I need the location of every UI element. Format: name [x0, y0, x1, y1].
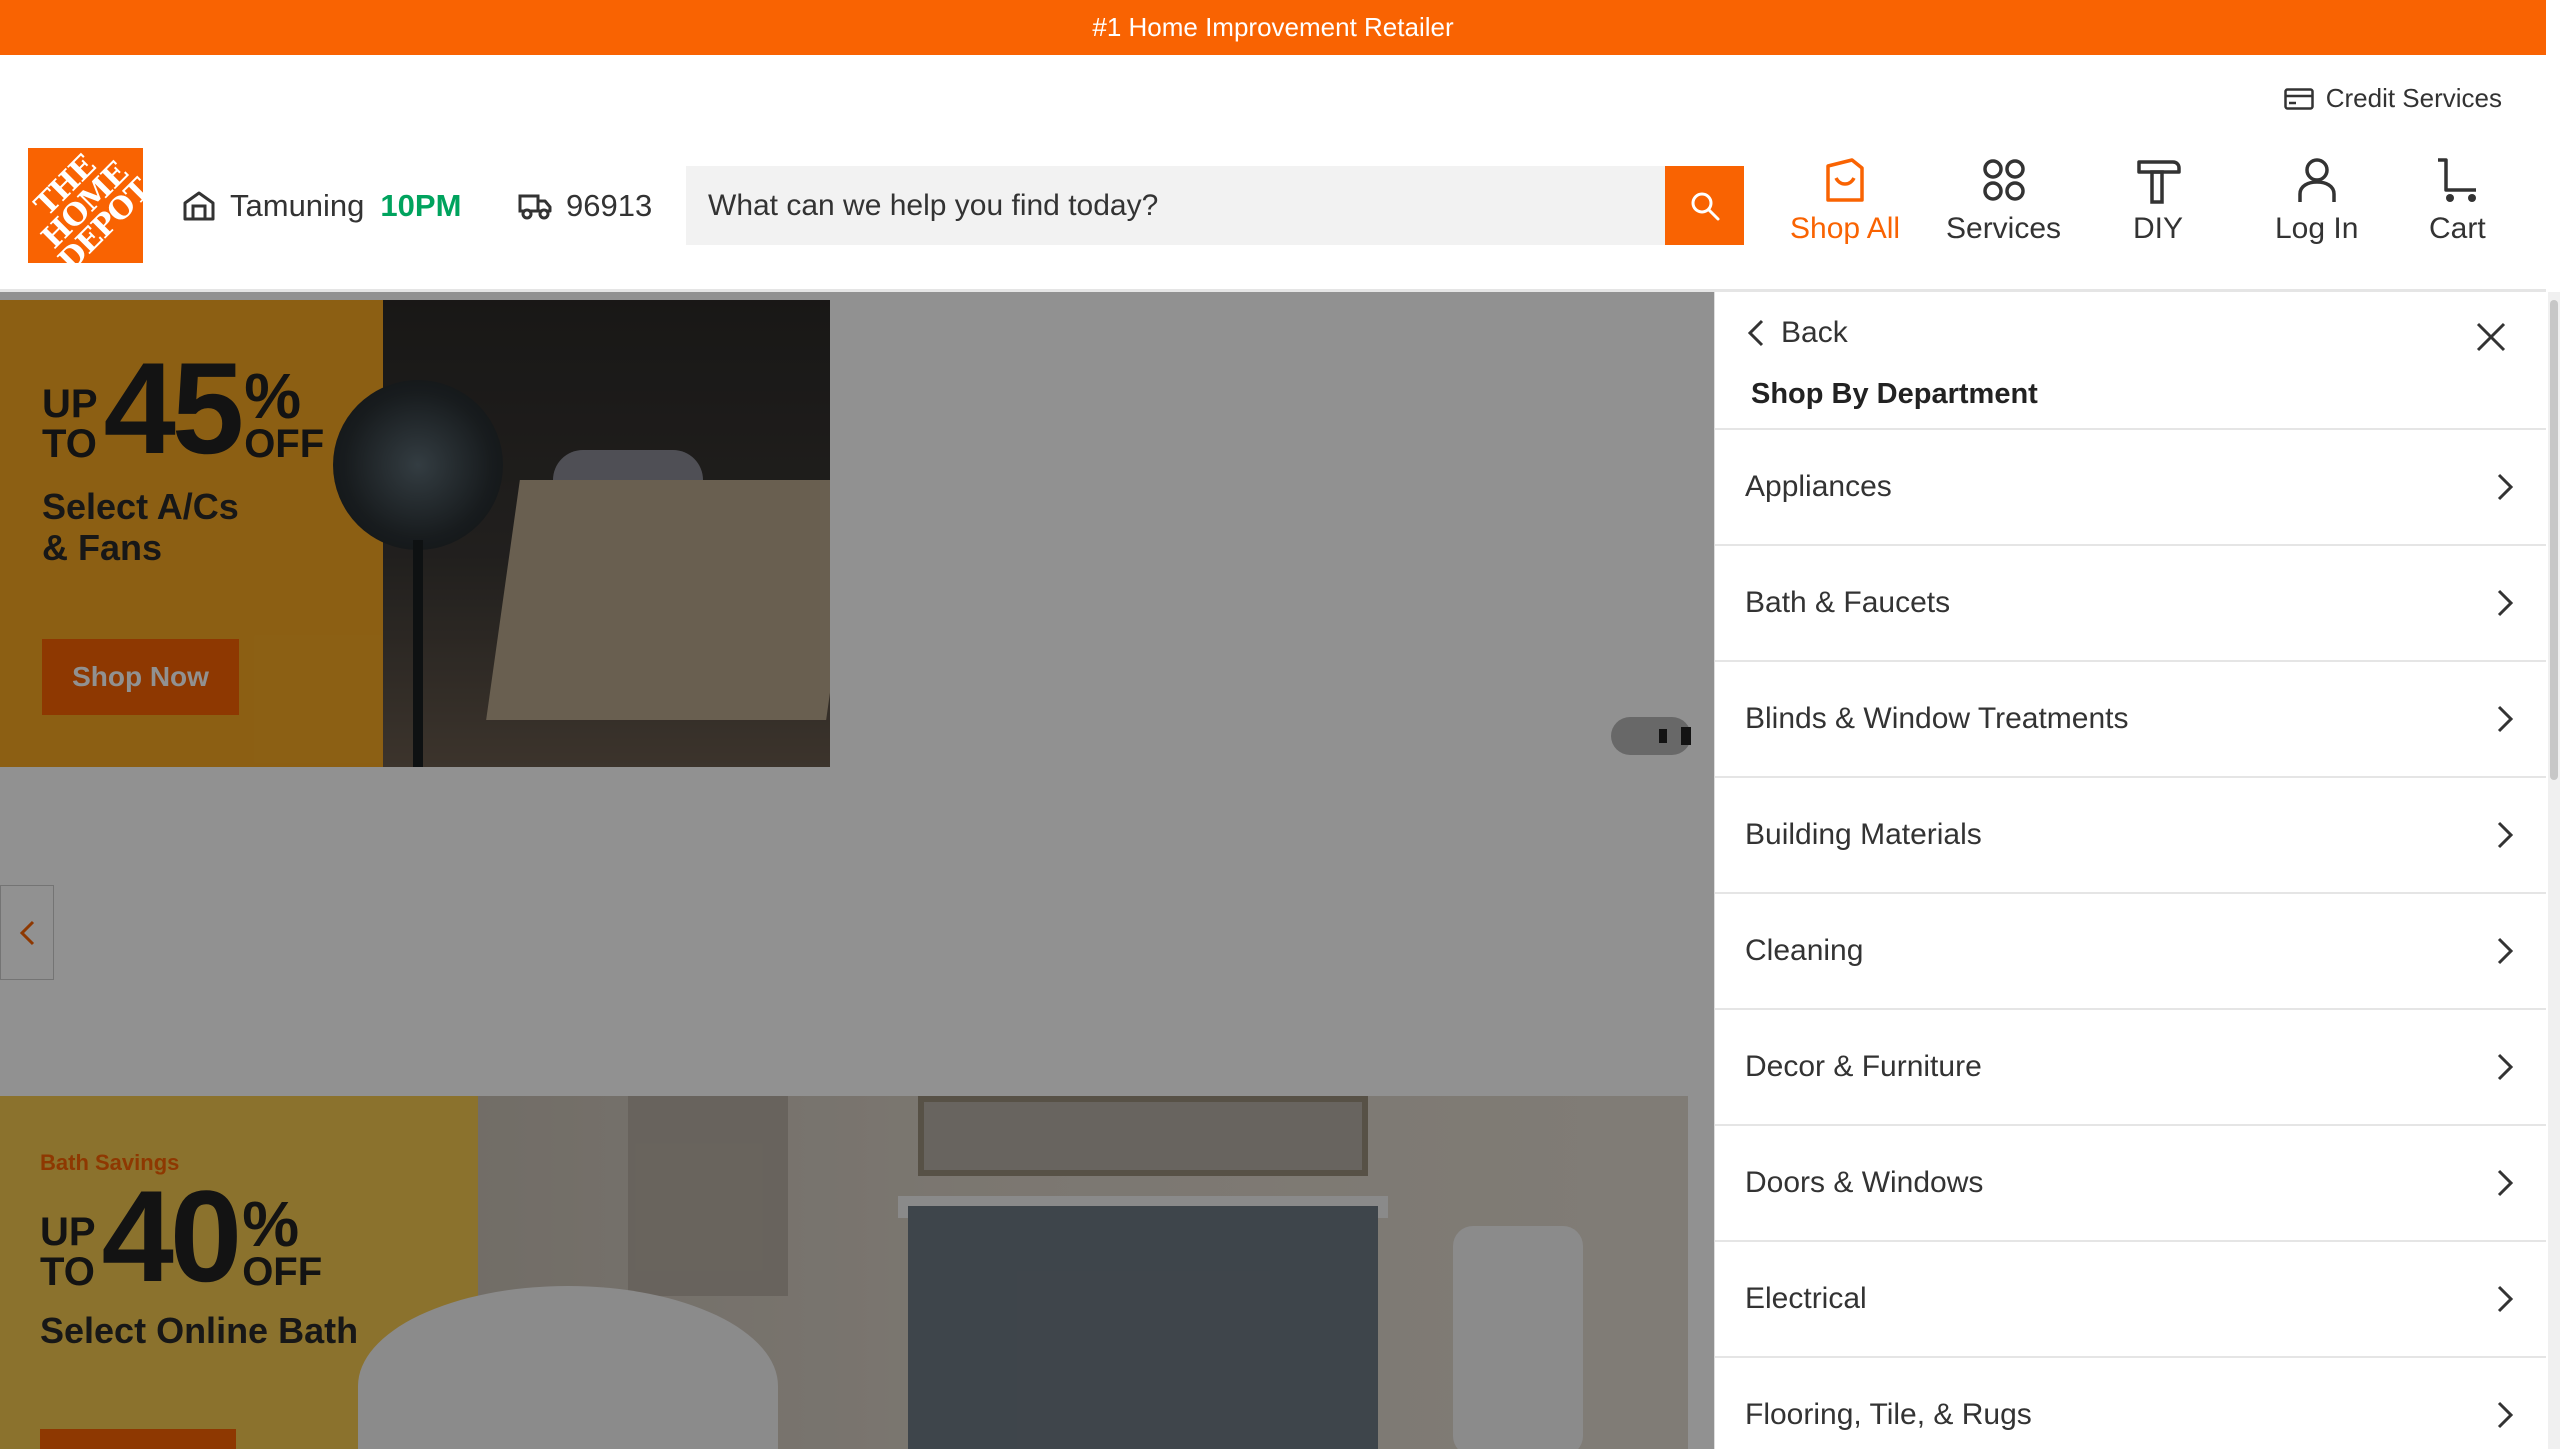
top-banner-text: #1 Home Improvement Retailer [1092, 12, 1454, 42]
shop-by-department-panel: Back Shop By Department Appliances Bath … [1714, 292, 2546, 1449]
home-depot-logo[interactable]: THE HOME DEPOT [28, 148, 143, 263]
site-header: Credit Services THE HOME DEPOT Tamuning 10… [0, 55, 2546, 292]
chevron-right-icon [2497, 1285, 2514, 1313]
back-button[interactable]: Back [1747, 316, 1848, 350]
credit-services-link[interactable]: Credit Services [2283, 83, 2502, 114]
department-label: Doors & Windows [1745, 1166, 1984, 1199]
chevron-right-icon [2497, 937, 2514, 965]
chevron-right-icon [2497, 473, 2514, 501]
department-label: Cleaning [1745, 934, 1864, 967]
search-bar [686, 166, 1744, 245]
nav-diy-label: DIY [2133, 212, 2184, 245]
department-appliances[interactable]: Appliances [1715, 430, 2546, 546]
nav-shop-all-label: Shop All [1790, 212, 1901, 245]
department-flooring-tile-rugs[interactable]: Flooring, Tile, & Rugs [1715, 1358, 2546, 1449]
nav-cart[interactable]: Cart [2429, 156, 2486, 246]
store-selector[interactable]: Tamuning 10PM [182, 188, 461, 224]
nav-log-in[interactable]: Log In [2275, 156, 2358, 246]
cart-icon [2438, 158, 2477, 202]
panel-header: Back Shop By Department [1715, 292, 2546, 430]
diy-hammer-icon [2137, 160, 2181, 204]
chevron-right-icon [2497, 705, 2514, 733]
nav-log-in-label: Log In [2275, 212, 2359, 245]
services-icon [1982, 159, 2025, 201]
page-scrollbar-thumb[interactable] [2550, 300, 2558, 780]
department-cleaning[interactable]: Cleaning [1715, 894, 2546, 1010]
delivery-truck-icon [518, 194, 552, 220]
department-label: Appliances [1745, 470, 1892, 503]
chevron-right-icon [2497, 589, 2514, 617]
department-blinds-window-treatments[interactable]: Blinds & Window Treatments [1715, 662, 2546, 778]
nav-diy[interactable]: DIY [2133, 156, 2183, 246]
nav-services-label: Services [1946, 212, 2062, 245]
nav-shop-all[interactable]: Shop All [1790, 156, 1900, 246]
department-doors-windows[interactable]: Doors & Windows [1715, 1126, 2546, 1242]
search-button[interactable] [1665, 166, 1744, 245]
department-decor-furniture[interactable]: Decor & Furniture [1715, 1010, 2546, 1126]
top-promo-banner[interactable]: #1 Home Improvement Retailer [0, 0, 2546, 55]
nav-services[interactable]: Services [1946, 156, 2061, 246]
search-icon [1691, 192, 1719, 220]
delivery-zip: 96913 [566, 188, 653, 223]
logo-wordmark: THE HOME DEPOT [28, 148, 143, 263]
department-label: Building Materials [1745, 818, 1982, 851]
user-icon [2297, 158, 2336, 202]
department-bath-faucets[interactable]: Bath & Faucets [1715, 546, 2546, 662]
store-icon [183, 191, 215, 221]
chevron-left-icon [1747, 319, 1764, 347]
back-label: Back [1781, 316, 1848, 349]
department-label: Decor & Furniture [1745, 1050, 1982, 1083]
department-label: Bath & Faucets [1745, 586, 1951, 619]
department-label: Flooring, Tile, & Rugs [1745, 1398, 2032, 1431]
chevron-right-icon [2497, 1169, 2514, 1197]
close-icon [2476, 322, 2506, 352]
nav-cart-label: Cart [2429, 212, 2486, 245]
panel-title: Shop By Department [1751, 378, 2038, 410]
chevron-right-icon [2497, 1053, 2514, 1081]
shop-all-icon [1826, 158, 1864, 202]
credit-services-label: Credit Services [2325, 83, 2502, 113]
chevron-right-icon [2497, 1401, 2514, 1429]
store-hours: 10PM [380, 188, 462, 223]
department-electrical[interactable]: Electrical [1715, 1242, 2546, 1358]
department-building-materials[interactable]: Building Materials [1715, 778, 2546, 894]
department-label: Blinds & Window Treatments [1745, 702, 2129, 735]
chevron-right-icon [2497, 821, 2514, 849]
delivery-zip-selector[interactable]: 96913 [518, 188, 652, 224]
search-input[interactable] [686, 166, 1665, 245]
department-list: Appliances Bath & Faucets Blinds & Windo… [1715, 430, 2546, 1449]
department-label: Electrical [1745, 1282, 1867, 1315]
store-name: Tamuning [230, 188, 365, 223]
credit-card-icon [2283, 87, 2314, 110]
close-panel-button[interactable] [2474, 320, 2508, 354]
